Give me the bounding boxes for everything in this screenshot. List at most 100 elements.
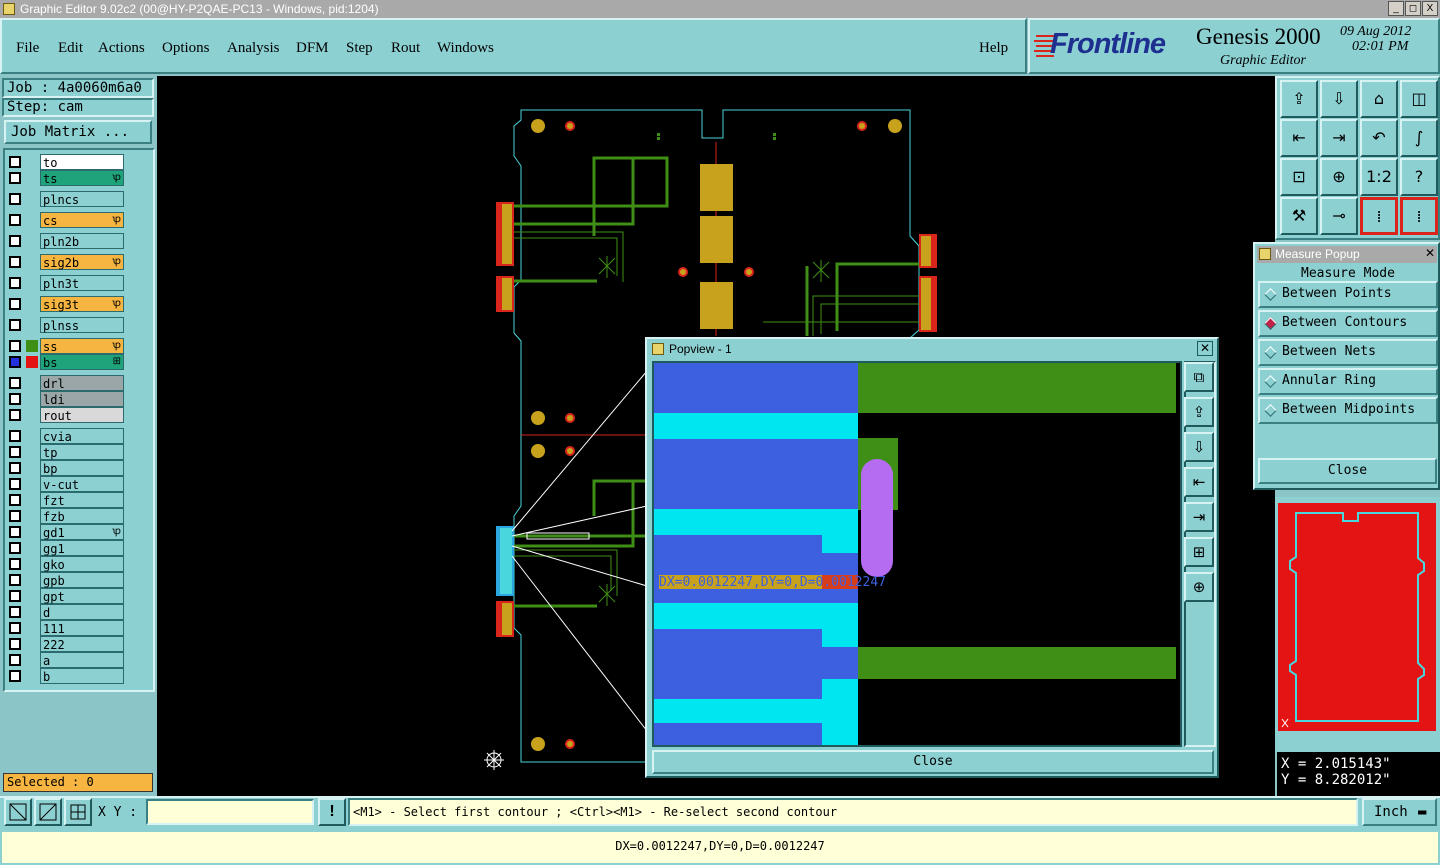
popview-close-icon[interactable]: ✕ (1197, 341, 1213, 356)
layer-checkbox[interactable] (9, 670, 21, 682)
layer-row-bp[interactable]: bp (6, 460, 124, 476)
home-icon[interactable]: ⌂ (1360, 80, 1398, 118)
menu-step[interactable]: Step (346, 40, 373, 57)
measure-option-between-nets[interactable]: Between Nets (1258, 339, 1438, 366)
zoom-fit-icon[interactable]: ⊡ (1280, 158, 1318, 196)
layer-checkbox[interactable] (9, 393, 21, 405)
snap-icon[interactable] (4, 798, 32, 826)
pop-zoom-out-icon[interactable]: ⊕ (1184, 572, 1214, 602)
route-icon[interactable]: ∫ (1400, 119, 1438, 157)
menu-windows[interactable]: Windows (437, 40, 494, 57)
layer-checkbox[interactable] (9, 430, 21, 442)
layer-checkbox[interactable] (9, 574, 21, 586)
pan-right-icon[interactable]: ⇥ (1320, 119, 1358, 157)
layer-row-sig3t[interactable]: sig3t ꝕ (6, 296, 124, 312)
layer-checkbox[interactable] (9, 172, 21, 184)
layer-row-d[interactable]: d (6, 604, 124, 620)
zoom-center-icon[interactable]: ⊕ (1320, 158, 1358, 196)
measure-option-between-contours[interactable]: Between Contours (1258, 310, 1438, 337)
layer-checkbox[interactable] (9, 298, 21, 310)
measure-option-between-points[interactable]: Between Points (1258, 281, 1438, 308)
layer-checkbox[interactable] (9, 542, 21, 554)
layer-row-111[interactable]: 111 (6, 620, 124, 636)
pop-down-icon[interactable]: ⇩ (1184, 432, 1214, 462)
menu-dfm[interactable]: DFM (296, 40, 329, 57)
measure-option-annular-ring[interactable]: Annular Ring (1258, 368, 1438, 395)
drill-blue-icon[interactable]: ⁞ (1400, 197, 1438, 235)
layer-row-ldi[interactable]: ldi (6, 391, 124, 407)
layer-checkbox[interactable] (9, 654, 21, 666)
layer-row-fzb[interactable]: fzb (6, 508, 124, 524)
measure-close-icon[interactable]: ✕ (1423, 247, 1437, 261)
pop-right-icon[interactable]: ⇥ (1184, 502, 1214, 532)
layer-checkbox[interactable] (9, 494, 21, 506)
layer-row-a[interactable]: a (6, 652, 124, 668)
pop-up-icon[interactable]: ⇪ (1184, 397, 1214, 427)
layer-row-ss[interactable]: ss ꝕ (6, 338, 124, 354)
layer-row-plnss[interactable]: plnss (6, 317, 124, 333)
xy-input[interactable] (146, 799, 314, 825)
layer-checkbox[interactable] (9, 193, 21, 205)
layer-checkbox[interactable] (9, 510, 21, 522)
layer-row-pln3t[interactable]: pln3t (6, 275, 124, 291)
layer-checkbox[interactable] (9, 256, 21, 268)
layer-checkbox[interactable] (9, 606, 21, 618)
measure-option-between-midpoints[interactable]: Between Midpoints (1258, 397, 1438, 424)
scale-1-2-icon[interactable]: 1:2 (1360, 158, 1398, 196)
pop-left-icon[interactable]: ⇤ (1184, 467, 1214, 497)
undo-zoom-icon[interactable]: ↶ (1360, 119, 1398, 157)
split-window-icon[interactable]: ◫ (1400, 80, 1438, 118)
alert-icon[interactable]: ! (318, 798, 346, 826)
save-icon[interactable]: ⇩ (1320, 80, 1358, 118)
popview-canvas[interactable]: DX=0.0012247,DY=0,D=0.0012247 (652, 361, 1182, 747)
layer-row-drl[interactable]: drl (6, 375, 124, 391)
open-job-icon[interactable]: ⇪ (1280, 80, 1318, 118)
menu-edit[interactable]: Edit (58, 40, 83, 57)
layer-row-rout[interactable]: rout (6, 407, 124, 423)
layer-row-v-cut[interactable]: v-cut (6, 476, 124, 492)
layer-checkbox[interactable] (9, 622, 21, 634)
layer-row-gpt[interactable]: gpt (6, 588, 124, 604)
pop-fit-icon[interactable]: ⧉ (1184, 362, 1214, 392)
layer-checkbox[interactable] (9, 156, 21, 168)
layer-row-to[interactable]: to (6, 154, 124, 170)
layer-row-gg1[interactable]: gg1 (6, 540, 124, 556)
layer-checkbox[interactable] (9, 409, 21, 421)
layer-row-b[interactable]: b (6, 668, 124, 684)
menu-file[interactable]: File (16, 40, 39, 57)
menu-rout[interactable]: Rout (391, 40, 420, 57)
drill-red-icon[interactable]: ⁞ (1360, 197, 1398, 235)
overview-map[interactable] (1278, 503, 1436, 731)
measure-close-button[interactable]: Close (1258, 458, 1437, 484)
layer-row-cvia[interactable]: cvia (6, 428, 124, 444)
layer-row-gko[interactable]: gko (6, 556, 124, 572)
layer-row-sig2b[interactable]: sig2b ꝕ (6, 254, 124, 270)
layer-checkbox[interactable] (9, 446, 21, 458)
layer-row-fzt[interactable]: fzt (6, 492, 124, 508)
layer-row-plncs[interactable]: plncs (6, 191, 124, 207)
help-icon[interactable]: ? (1400, 158, 1438, 196)
pop-zoom-in-icon[interactable]: ⊞ (1184, 537, 1214, 567)
menu-help[interactable]: Help (979, 40, 1008, 57)
layer-checkbox[interactable] (9, 590, 21, 602)
layer-checkbox[interactable] (9, 235, 21, 247)
grid-icon[interactable] (64, 798, 92, 826)
units-select[interactable]: Inch ▬ (1362, 798, 1437, 826)
layer-checkbox[interactable] (9, 526, 21, 538)
layer-checkbox[interactable] (9, 340, 21, 352)
menu-actions[interactable]: Actions (98, 40, 145, 57)
layer-checkbox[interactable] (9, 462, 21, 474)
layer-checkbox[interactable] (9, 277, 21, 289)
layer-checkbox[interactable] (9, 638, 21, 650)
layer-checkbox[interactable] (9, 478, 21, 490)
pan-left-icon[interactable]: ⇤ (1280, 119, 1318, 157)
tools-icon[interactable]: ⚒ (1280, 197, 1318, 235)
layer-row-cs[interactable]: cs ꝕ (6, 212, 124, 228)
snap-net-icon[interactable]: ⊸ (1320, 197, 1358, 235)
job-matrix-button[interactable]: Job Matrix ... (4, 120, 152, 144)
close-window-button[interactable]: X (1422, 1, 1438, 16)
layer-row-tp[interactable]: tp (6, 444, 124, 460)
layer-row-gpb[interactable]: gpb (6, 572, 124, 588)
menu-options[interactable]: Options (162, 40, 210, 57)
layer-checkbox[interactable] (9, 319, 21, 331)
